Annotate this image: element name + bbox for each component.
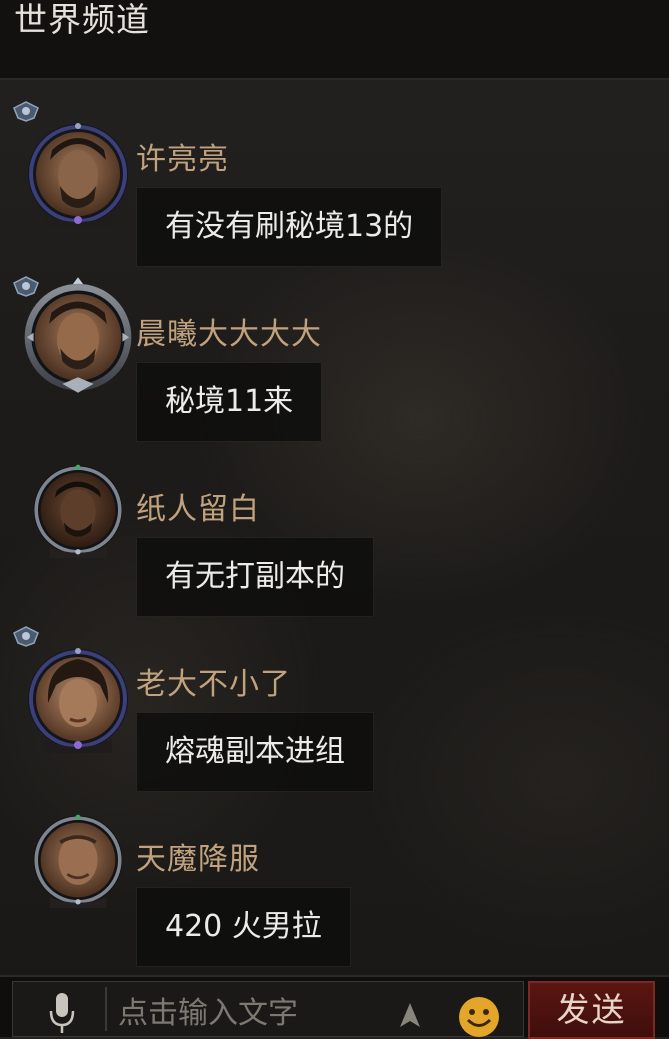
message-bubble: 熔魂副本进组 — [137, 713, 373, 791]
message-bubble: 有没有刷秘境13的 — [137, 188, 442, 266]
message-item: 许亮亮 有没有刷秘境13的 — [0, 100, 669, 270]
message-item: 晨曦大大大大 秘境11来 — [0, 275, 669, 445]
message-input[interactable] — [118, 991, 388, 1035]
send-button[interactable]: 发送 — [528, 981, 655, 1039]
message-item: 天魔降服 420 火男拉 — [0, 800, 669, 970]
message-bubble: 秘境11来 — [137, 363, 322, 441]
emoji-smiley-icon[interactable] — [457, 995, 501, 1039]
avatar-portrait-icon[interactable] — [30, 812, 126, 908]
sender-name[interactable]: 老大不小了 — [136, 667, 291, 703]
sender-name[interactable]: 天魔降服 — [136, 842, 260, 878]
message-list[interactable]: 许亮亮 有没有刷秘境13的 晨曦大大大大 秘境11来 纸人留白 有无打副本的 老… — [0, 80, 669, 975]
rank-emblem-icon — [13, 626, 39, 647]
message-item: 老大不小了 熔魂副本进组 — [0, 625, 669, 795]
avatar-portrait-icon[interactable] — [24, 645, 132, 753]
microphone-icon[interactable] — [48, 991, 76, 1035]
chat-input-bar: 发送 — [0, 975, 669, 1039]
message-bubble: 420 火男拉 — [137, 888, 350, 966]
message-bubble: 有无打副本的 — [137, 538, 373, 616]
sender-name[interactable]: 晨曦大大大大 — [136, 317, 322, 353]
message-item: 纸人留白 有无打副本的 — [0, 450, 669, 620]
channel-header: 世界频道 — [0, 0, 669, 80]
avatar-portrait-icon[interactable] — [30, 462, 126, 558]
sender-name[interactable]: 许亮亮 — [136, 142, 229, 178]
avatar-portrait-icon[interactable] — [18, 275, 138, 395]
sender-name[interactable]: 纸人留白 — [136, 492, 260, 528]
input-divider — [105, 987, 107, 1031]
rank-emblem-icon — [13, 101, 39, 122]
arrow-up-icon[interactable] — [398, 1001, 422, 1031]
channel-title: 世界频道 — [14, 0, 150, 39]
avatar-portrait-icon[interactable] — [24, 120, 132, 228]
